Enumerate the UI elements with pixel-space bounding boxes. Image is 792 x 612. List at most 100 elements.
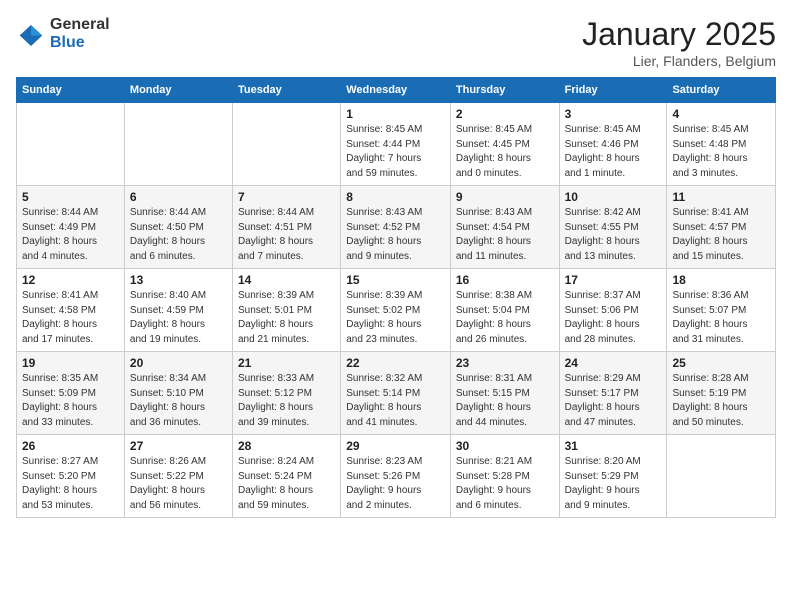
day-info: Sunrise: 8:43 AM Sunset: 4:52 PM Dayligh… — [346, 206, 445, 264]
week-row-5: 26Sunrise: 8:27 AM Sunset: 5:20 PM Dayli… — [17, 435, 776, 518]
day-number: 30 — [456, 439, 554, 453]
calendar-cell: 2 Sunrise: 8:45 AM Sunset: 4:45 PM Daylig… — [450, 103, 559, 186]
calendar-cell: 24 Sunrise: 8:29 AM Sunset: 5:17 PM Dayli… — [559, 352, 667, 435]
day-number: 7 — [238, 190, 335, 204]
day-info: Sunrise: 8:39 AM Sunset: 5:01 PM Dayligh… — [238, 289, 335, 347]
day-number: 9 — [456, 190, 554, 204]
day-number: 13 — [130, 273, 227, 287]
calendar-cell: 14 Sunrise: 8:39 AM Sunset: 5:01 PM Dayli… — [232, 269, 340, 352]
day-info: Sunrise: 8:23 AM Sunset: 5:26 PM Dayligh… — [346, 455, 445, 513]
location: Lier, Flanders, Belgium — [582, 53, 776, 69]
page-header: General Blue January 2025 Lier, Flanders… — [16, 16, 776, 69]
day-info: Sunrise: 8:33 AM Sunset: 5:12 PM Dayligh… — [238, 372, 335, 430]
calendar-cell: 18Sunrise: 8:36 AM Sunset: 5:07 PM Dayli… — [667, 269, 776, 352]
day-number: 25 — [672, 356, 770, 370]
day-info: Sunrise: 8:38 AM Sunset: 5:04 PM Dayligh… — [456, 289, 554, 347]
day-number: 17 — [565, 273, 662, 287]
calendar-cell: 15Sunrise: 8:39 AM Sunset: 5:02 PM Dayli… — [341, 269, 451, 352]
day-info: Sunrise: 8:36 AM Sunset: 5:07 PM Dayligh… — [672, 289, 770, 347]
calendar-cell: 11 Sunrise: 8:41 AM Sunset: 4:57 PM Dayli… — [667, 186, 776, 269]
calendar-cell: 25Sunrise: 8:28 AM Sunset: 5:19 PM Dayli… — [667, 352, 776, 435]
calendar-cell: 28 Sunrise: 8:24 AM Sunset: 5:24 PM Dayli… — [232, 435, 340, 518]
weekday-header-tuesday: Tuesday — [232, 78, 340, 103]
day-number: 3 — [565, 107, 662, 121]
calendar-cell: 23 Sunrise: 8:31 AM Sunset: 5:15 PM Dayli… — [450, 352, 559, 435]
weekday-header-wednesday: Wednesday — [341, 78, 451, 103]
calendar-cell: 17 Sunrise: 8:37 AM Sunset: 5:06 PM Dayli… — [559, 269, 667, 352]
weekday-header-monday: Monday — [124, 78, 232, 103]
day-info: Sunrise: 8:35 AM Sunset: 5:09 PM Dayligh… — [22, 372, 119, 430]
day-info: Sunrise: 8:34 AM Sunset: 5:10 PM Dayligh… — [130, 372, 227, 430]
day-info: Sunrise: 8:26 AM Sunset: 5:22 PM Dayligh… — [130, 455, 227, 513]
day-info: Sunrise: 8:44 AM Sunset: 4:50 PM Dayligh… — [130, 206, 227, 264]
calendar-cell: 22Sunrise: 8:32 AM Sunset: 5:14 PM Dayli… — [341, 352, 451, 435]
calendar-cell: 10Sunrise: 8:42 AM Sunset: 4:55 PM Dayli… — [559, 186, 667, 269]
day-info: Sunrise: 8:45 AM Sunset: 4:45 PM Dayligh… — [456, 123, 554, 181]
day-number: 31 — [565, 439, 662, 453]
weekday-header-saturday: Saturday — [667, 78, 776, 103]
calendar-cell: 3Sunrise: 8:45 AM Sunset: 4:46 PM Daylig… — [559, 103, 667, 186]
calendar-cell: 12 Sunrise: 8:41 AM Sunset: 4:58 PM Dayli… — [17, 269, 125, 352]
week-row-4: 19Sunrise: 8:35 AM Sunset: 5:09 PM Dayli… — [17, 352, 776, 435]
day-number: 29 — [346, 439, 445, 453]
calendar-cell: 30Sunrise: 8:21 AM Sunset: 5:28 PM Dayli… — [450, 435, 559, 518]
logo-icon — [16, 19, 46, 49]
month-title: January 2025 — [582, 16, 776, 53]
day-info: Sunrise: 8:45 AM Sunset: 4:44 PM Dayligh… — [346, 123, 445, 181]
day-number: 22 — [346, 356, 445, 370]
week-row-1: 1 Sunrise: 8:45 AM Sunset: 4:44 PM Daylig… — [17, 103, 776, 186]
day-info: Sunrise: 8:43 AM Sunset: 4:54 PM Dayligh… — [456, 206, 554, 264]
day-info: Sunrise: 8:31 AM Sunset: 5:15 PM Dayligh… — [456, 372, 554, 430]
day-number: 4 — [672, 107, 770, 121]
day-info: Sunrise: 8:39 AM Sunset: 5:02 PM Dayligh… — [346, 289, 445, 347]
weekday-header-thursday: Thursday — [450, 78, 559, 103]
day-info: Sunrise: 8:41 AM Sunset: 4:57 PM Dayligh… — [672, 206, 770, 264]
week-row-3: 12 Sunrise: 8:41 AM Sunset: 4:58 PM Dayli… — [17, 269, 776, 352]
weekday-header-friday: Friday — [559, 78, 667, 103]
day-info: Sunrise: 8:44 AM Sunset: 4:49 PM Dayligh… — [22, 206, 119, 264]
day-number: 24 — [565, 356, 662, 370]
title-section: January 2025 Lier, Flanders, Belgium — [582, 16, 776, 69]
day-number: 20 — [130, 356, 227, 370]
weekday-header-sunday: Sunday — [17, 78, 125, 103]
logo-general-text: General — [50, 16, 110, 34]
day-info: Sunrise: 8:41 AM Sunset: 4:58 PM Dayligh… — [22, 289, 119, 347]
day-number: 27 — [130, 439, 227, 453]
day-info: Sunrise: 8:45 AM Sunset: 4:48 PM Dayligh… — [672, 123, 770, 181]
calendar-cell: 13 Sunrise: 8:40 AM Sunset: 4:59 PM Dayli… — [124, 269, 232, 352]
day-number: 12 — [22, 273, 119, 287]
calendar-cell — [667, 435, 776, 518]
day-info: Sunrise: 8:40 AM Sunset: 4:59 PM Dayligh… — [130, 289, 227, 347]
day-number: 14 — [238, 273, 335, 287]
day-number: 23 — [456, 356, 554, 370]
calendar-cell — [232, 103, 340, 186]
calendar-cell: 16 Sunrise: 8:38 AM Sunset: 5:04 PM Dayli… — [450, 269, 559, 352]
calendar-cell: 4 Sunrise: 8:45 AM Sunset: 4:48 PM Daylig… — [667, 103, 776, 186]
day-number: 21 — [238, 356, 335, 370]
calendar-cell: 1 Sunrise: 8:45 AM Sunset: 4:44 PM Daylig… — [341, 103, 451, 186]
day-number: 1 — [346, 107, 445, 121]
day-number: 8 — [346, 190, 445, 204]
calendar-cell: 29 Sunrise: 8:23 AM Sunset: 5:26 PM Dayli… — [341, 435, 451, 518]
day-number: 16 — [456, 273, 554, 287]
calendar-cell — [17, 103, 125, 186]
day-number: 2 — [456, 107, 554, 121]
calendar-cell: 26Sunrise: 8:27 AM Sunset: 5:20 PM Dayli… — [17, 435, 125, 518]
calendar-cell: 27 Sunrise: 8:26 AM Sunset: 5:22 PM Dayli… — [124, 435, 232, 518]
calendar-cell: 21 Sunrise: 8:33 AM Sunset: 5:12 PM Dayli… — [232, 352, 340, 435]
logo-blue-text: Blue — [50, 34, 110, 52]
calendar-cell: 5Sunrise: 8:44 AM Sunset: 4:49 PM Daylig… — [17, 186, 125, 269]
day-info: Sunrise: 8:42 AM Sunset: 4:55 PM Dayligh… — [565, 206, 662, 264]
day-number: 11 — [672, 190, 770, 204]
day-info: Sunrise: 8:37 AM Sunset: 5:06 PM Dayligh… — [565, 289, 662, 347]
day-info: Sunrise: 8:24 AM Sunset: 5:24 PM Dayligh… — [238, 455, 335, 513]
logo-text: General Blue — [50, 16, 110, 51]
day-info: Sunrise: 8:29 AM Sunset: 5:17 PM Dayligh… — [565, 372, 662, 430]
day-info: Sunrise: 8:20 AM Sunset: 5:29 PM Dayligh… — [565, 455, 662, 513]
day-number: 28 — [238, 439, 335, 453]
logo: General Blue — [16, 16, 110, 51]
calendar-table: SundayMondayTuesdayWednesdayThursdayFrid… — [16, 77, 776, 518]
calendar-cell: 7Sunrise: 8:44 AM Sunset: 4:51 PM Daylig… — [232, 186, 340, 269]
weekday-header-row: SundayMondayTuesdayWednesdayThursdayFrid… — [17, 78, 776, 103]
day-number: 6 — [130, 190, 227, 204]
